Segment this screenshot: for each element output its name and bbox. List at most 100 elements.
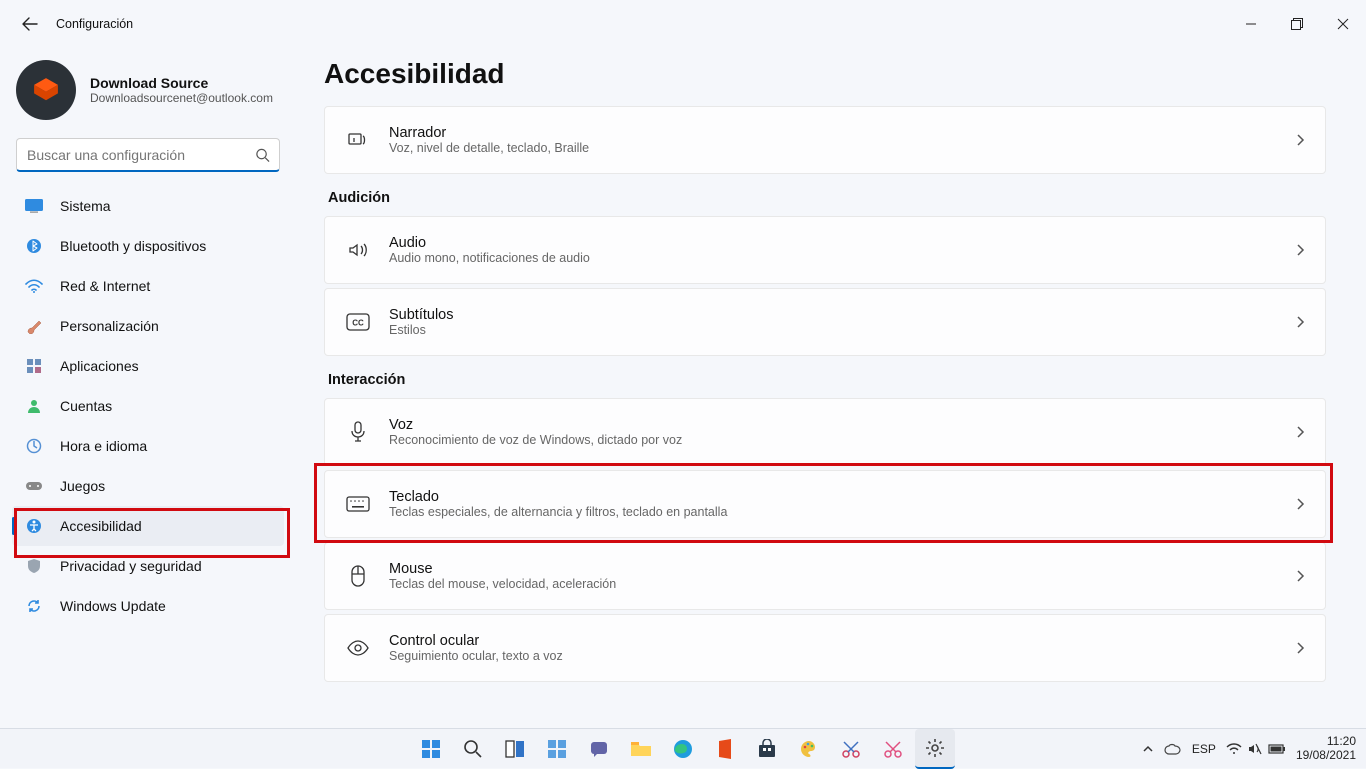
task-settings[interactable] bbox=[915, 729, 955, 769]
nav-accounts[interactable]: Cuentas bbox=[12, 386, 284, 426]
page-title: Accesibilidad bbox=[324, 58, 1326, 90]
minimize-icon bbox=[1245, 18, 1257, 30]
card-captions[interactable]: CC Subtítulos Estilos bbox=[324, 288, 1326, 356]
maximize-button[interactable] bbox=[1274, 0, 1320, 48]
arrow-left-icon bbox=[22, 16, 38, 32]
minimize-button[interactable] bbox=[1228, 0, 1274, 48]
nav-network[interactable]: Red & Internet bbox=[12, 266, 284, 306]
scissors-icon bbox=[841, 739, 861, 759]
task-paint[interactable] bbox=[789, 729, 829, 769]
tray-date: 19/08/2021 bbox=[1296, 749, 1356, 762]
folder-icon bbox=[630, 740, 652, 758]
tray-network-sound-battery[interactable] bbox=[1226, 742, 1286, 756]
task-taskview[interactable] bbox=[495, 729, 535, 769]
task-chat[interactable] bbox=[579, 729, 619, 769]
chevron-right-icon bbox=[1295, 133, 1305, 147]
nav-label: Bluetooth y dispositivos bbox=[60, 238, 206, 254]
onedrive-icon[interactable] bbox=[1164, 743, 1182, 755]
window-title: Configuración bbox=[56, 17, 133, 31]
person-icon bbox=[24, 396, 44, 416]
nav-privacy[interactable]: Privacidad y seguridad bbox=[12, 546, 284, 586]
chevron-right-icon bbox=[1295, 641, 1305, 655]
card-audio[interactable]: Audio Audio mono, notificaciones de audi… bbox=[324, 216, 1326, 284]
maximize-icon bbox=[1291, 18, 1303, 30]
card-subtitle: Audio mono, notificaciones de audio bbox=[389, 251, 590, 265]
search-icon bbox=[463, 739, 483, 759]
start-button[interactable] bbox=[411, 729, 451, 769]
taskview-icon bbox=[505, 740, 525, 758]
taskbar: ESP 11:20 19/08/2021 bbox=[0, 728, 1366, 768]
task-widgets[interactable] bbox=[537, 729, 577, 769]
nav-personalization[interactable]: Personalización bbox=[12, 306, 284, 346]
card-speech[interactable]: Voz Reconocimiento de voz de Windows, di… bbox=[324, 398, 1326, 466]
nav-accessibility[interactable]: Accesibilidad bbox=[12, 506, 284, 546]
apps-icon bbox=[24, 356, 44, 376]
tray-language[interactable]: ESP bbox=[1192, 742, 1216, 756]
nav-label: Sistema bbox=[60, 198, 111, 214]
gear-icon bbox=[925, 738, 945, 758]
task-edge[interactable] bbox=[663, 729, 703, 769]
section-hearing: Audición bbox=[328, 190, 1322, 206]
close-icon bbox=[1337, 18, 1349, 30]
main-content: Accesibilidad Narrador Voz, nivel de det… bbox=[300, 48, 1366, 728]
tray-clock[interactable]: 11:20 19/08/2021 bbox=[1296, 735, 1356, 761]
wifi-icon bbox=[24, 276, 44, 296]
nav-label: Windows Update bbox=[60, 598, 166, 614]
task-snip[interactable] bbox=[831, 729, 871, 769]
search-icon bbox=[255, 148, 270, 163]
card-title: Mouse bbox=[389, 561, 616, 577]
microphone-icon bbox=[345, 419, 371, 445]
card-narrator[interactable]: Narrador Voz, nivel de detalle, teclado,… bbox=[324, 106, 1326, 174]
nav-label: Aplicaciones bbox=[60, 358, 139, 374]
card-keyboard[interactable]: Teclado Teclas especiales, de alternanci… bbox=[324, 470, 1326, 538]
close-button[interactable] bbox=[1320, 0, 1366, 48]
mouse-icon bbox=[345, 563, 371, 589]
svg-text:CC: CC bbox=[352, 319, 364, 328]
chevron-right-icon bbox=[1295, 243, 1305, 257]
narrator-icon bbox=[345, 127, 371, 153]
nav-apps[interactable]: Aplicaciones bbox=[12, 346, 284, 386]
wifi-tray-icon bbox=[1226, 743, 1242, 755]
card-subtitle: Estilos bbox=[389, 323, 454, 337]
task-store[interactable] bbox=[747, 729, 787, 769]
card-subtitle: Voz, nivel de detalle, teclado, Braille bbox=[389, 141, 589, 155]
office-icon bbox=[716, 738, 734, 760]
nav-update[interactable]: Windows Update bbox=[12, 586, 284, 626]
palette-icon bbox=[799, 739, 819, 759]
task-explorer[interactable] bbox=[621, 729, 661, 769]
tray-overflow-icon[interactable] bbox=[1142, 743, 1154, 755]
chat-icon bbox=[589, 739, 609, 759]
avatar bbox=[16, 60, 76, 120]
nav-time[interactable]: Hora e idioma bbox=[12, 426, 284, 466]
card-mouse[interactable]: Mouse Teclas del mouse, velocidad, acele… bbox=[324, 542, 1326, 610]
chevron-right-icon bbox=[1295, 497, 1305, 511]
keyboard-icon bbox=[345, 491, 371, 517]
card-title: Control ocular bbox=[389, 633, 563, 649]
edge-icon bbox=[672, 738, 694, 760]
task-search[interactable] bbox=[453, 729, 493, 769]
nav-label: Juegos bbox=[60, 478, 105, 494]
search-input[interactable] bbox=[16, 138, 280, 172]
card-title: Voz bbox=[389, 417, 682, 433]
profile-block[interactable]: Download Source Downloadsourcenet@outloo… bbox=[10, 58, 286, 134]
card-eye-control[interactable]: Control ocular Seguimiento ocular, texto… bbox=[324, 614, 1326, 682]
nav-system[interactable]: Sistema bbox=[12, 186, 284, 226]
tray-time: 11:20 bbox=[1296, 735, 1356, 748]
task-snip2[interactable] bbox=[873, 729, 913, 769]
card-subtitle: Reconocimiento de voz de Windows, dictad… bbox=[389, 433, 682, 447]
profile-name: Download Source bbox=[90, 75, 273, 91]
windows-icon bbox=[420, 738, 442, 760]
nav-label: Accesibilidad bbox=[60, 518, 142, 534]
card-title: Teclado bbox=[389, 489, 727, 505]
titlebar: Configuración bbox=[0, 0, 1366, 48]
chevron-right-icon bbox=[1295, 315, 1305, 329]
back-button[interactable] bbox=[14, 8, 46, 40]
card-title: Narrador bbox=[389, 125, 589, 141]
nav-bluetooth[interactable]: Bluetooth y dispositivos bbox=[12, 226, 284, 266]
task-office[interactable] bbox=[705, 729, 745, 769]
nav-gaming[interactable]: Juegos bbox=[12, 466, 284, 506]
section-interaction: Interacción bbox=[328, 372, 1322, 388]
nav-label: Cuentas bbox=[60, 398, 112, 414]
card-title: Subtítulos bbox=[389, 307, 454, 323]
cc-icon: CC bbox=[345, 309, 371, 335]
